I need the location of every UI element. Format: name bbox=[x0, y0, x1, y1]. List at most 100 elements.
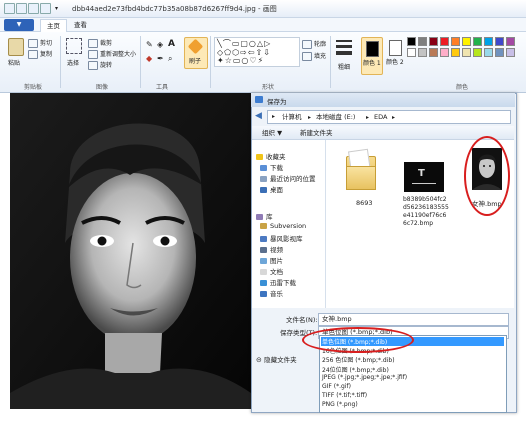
shapes-gallery[interactable]: ╲⌒▭▢○△▷ ◇⬠⬡⇨⇦⇧⇩ ✦☆▭○♡⚡ bbox=[214, 37, 300, 67]
palette-color-swatch[interactable] bbox=[429, 48, 438, 57]
palette-color-swatch[interactable] bbox=[473, 37, 482, 46]
path-disk[interactable]: 本地磁盘 (E:) bbox=[316, 113, 355, 121]
nav-subversion[interactable]: Subversion bbox=[260, 222, 306, 230]
palette-color-swatch[interactable] bbox=[440, 48, 449, 57]
palette-color-swatch[interactable] bbox=[462, 48, 471, 57]
color-picker-icon[interactable]: ✒ bbox=[157, 54, 164, 63]
resize-icon bbox=[88, 50, 98, 59]
nav-baofeng[interactable]: 暴风影视库 bbox=[260, 233, 303, 243]
colors-group-label: 颜色 bbox=[456, 84, 469, 91]
organize-button[interactable]: 组织 ▼ bbox=[262, 129, 282, 137]
color1-button[interactable]: 颜色 1 bbox=[361, 37, 383, 75]
palette-color-swatch[interactable] bbox=[495, 37, 504, 46]
crop-button[interactable]: 裁剪 bbox=[88, 38, 112, 48]
save-icon[interactable] bbox=[16, 3, 27, 14]
size-line-3 bbox=[336, 51, 352, 55]
palette-color-swatch[interactable] bbox=[462, 37, 471, 46]
eraser-icon[interactable]: ◆ bbox=[146, 54, 152, 63]
palette-color-swatch[interactable] bbox=[484, 48, 493, 57]
address-bar[interactable]: ▸ 计算机 ▸ 本地磁盘 (E:) ▸ EDA ▸ bbox=[267, 110, 511, 124]
tab-home[interactable]: 主页 bbox=[40, 19, 67, 32]
cut-button[interactable]: 剪切 bbox=[28, 38, 52, 48]
select-icon[interactable] bbox=[66, 38, 82, 54]
back-icon[interactable]: ◀ bbox=[255, 111, 262, 121]
outline-button[interactable]: 轮廓 bbox=[302, 39, 326, 49]
palette-color-swatch[interactable] bbox=[440, 37, 449, 46]
select-button[interactable]: 选择 bbox=[67, 58, 79, 67]
path-computer[interactable]: 计算机 bbox=[282, 113, 302, 121]
portrait-image bbox=[10, 93, 251, 409]
fill-icon[interactable]: ◈ bbox=[157, 40, 163, 49]
nav-xunlei[interactable]: 迅雷下载 bbox=[260, 277, 296, 287]
color2-label: 颜色 2 bbox=[386, 59, 404, 66]
file-name[interactable]: 8693 bbox=[356, 199, 373, 207]
savetype-option[interactable]: GIF (*.gif) bbox=[322, 383, 351, 390]
document-icon bbox=[260, 269, 267, 275]
color1-swatch bbox=[366, 41, 379, 57]
color-palette[interactable] bbox=[407, 37, 519, 67]
palette-color-swatch[interactable] bbox=[451, 37, 460, 46]
palette-color-swatch[interactable] bbox=[407, 37, 416, 46]
nav-pictures[interactable]: 图片 bbox=[260, 255, 283, 265]
nav-downloads[interactable]: 下载 bbox=[260, 162, 283, 172]
file-thumbnail[interactable]: T bbox=[404, 162, 444, 192]
palette-color-swatch[interactable] bbox=[451, 48, 460, 57]
palette-color-swatch[interactable] bbox=[473, 48, 482, 57]
tools-group-label: 工具 bbox=[156, 84, 169, 91]
file-item[interactable] bbox=[344, 148, 378, 198]
brushes-label: 刷子 bbox=[189, 58, 202, 65]
app-menu-icon[interactable] bbox=[4, 3, 15, 14]
nav-videos[interactable]: 视频 bbox=[260, 244, 283, 254]
palette-color-swatch[interactable] bbox=[495, 48, 504, 57]
color2-button[interactable]: 颜色 2 bbox=[385, 37, 405, 73]
file-menu-button[interactable]: ▼ bbox=[4, 19, 34, 31]
nav-favorites[interactable]: 收藏夹 bbox=[256, 151, 286, 161]
collapse-icon: ⊝ bbox=[256, 356, 265, 364]
path-separator-icon: ▸ bbox=[308, 114, 312, 121]
palette-color-swatch[interactable] bbox=[429, 37, 438, 46]
size-button[interactable]: 粗细 bbox=[338, 62, 350, 71]
star-icon bbox=[256, 154, 263, 160]
palette-color-swatch[interactable] bbox=[418, 37, 427, 46]
palette-color-swatch[interactable] bbox=[506, 48, 515, 57]
nav-documents[interactable]: 文档 bbox=[260, 266, 283, 276]
palette-color-swatch[interactable] bbox=[418, 48, 427, 57]
shapes-group-label: 形状 bbox=[262, 84, 275, 91]
path-eda[interactable]: EDA bbox=[374, 113, 387, 121]
canvas-image[interactable] bbox=[10, 93, 251, 409]
rotate-icon bbox=[88, 61, 98, 70]
filename-input[interactable]: 女神.bmp bbox=[318, 313, 509, 326]
magnifier-icon[interactable]: ⌕ bbox=[168, 54, 172, 64]
savetype-option[interactable]: TIFF (*.tif;*.tiff) bbox=[322, 392, 367, 399]
text-icon[interactable]: A bbox=[168, 39, 175, 49]
pencil-icon[interactable]: ✎ bbox=[146, 40, 153, 49]
copy-button[interactable]: 复制 bbox=[28, 49, 52, 59]
savetype-option[interactable]: PNG (*.png) bbox=[322, 401, 358, 408]
savetype-option[interactable]: 256 色位图 (*.bmp;*.dib) bbox=[322, 355, 395, 364]
paste-button[interactable]: 粘贴 bbox=[8, 58, 20, 67]
fill-button[interactable]: 填充 bbox=[302, 51, 326, 61]
tab-view[interactable]: 查看 bbox=[68, 19, 93, 31]
file-name[interactable]: b8389b504fc2d56236183555e41190ef76c66c72… bbox=[403, 196, 449, 228]
quick-access-dropdown-icon[interactable]: ▾ bbox=[55, 5, 58, 12]
nav-recent[interactable]: 最近访问的位置 bbox=[260, 173, 316, 183]
savetype-option[interactable]: 24位位图 (*.bmp;*.dib) bbox=[322, 365, 389, 374]
new-folder-button[interactable]: 新建文件夹 bbox=[300, 129, 333, 137]
redo-icon[interactable] bbox=[40, 3, 51, 14]
palette-color-swatch[interactable] bbox=[506, 37, 515, 46]
hide-folders-toggle[interactable]: ⊝ 隐藏文件夹 bbox=[256, 356, 297, 364]
download-folder-icon bbox=[260, 280, 267, 286]
rotate-button[interactable]: 旋转 bbox=[88, 60, 112, 70]
brushes-button[interactable]: 刷子 bbox=[184, 37, 208, 69]
resize-button[interactable]: 重新调整大小 bbox=[88, 49, 136, 59]
nav-music[interactable]: 音乐 bbox=[260, 288, 283, 298]
nav-desktop[interactable]: 桌面 bbox=[260, 184, 283, 194]
nav-library[interactable]: 库 bbox=[256, 211, 273, 221]
savetype-option[interactable]: JPEG (*.jpg;*.jpeg;*.jpe;*.jfif) bbox=[322, 374, 407, 381]
undo-icon[interactable] bbox=[28, 3, 39, 14]
title-bar: ▾ dbb44aed2e73fbd4bdc77b35a08b87d6267ff9… bbox=[0, 0, 526, 18]
paste-icon[interactable] bbox=[8, 38, 24, 56]
picture-icon bbox=[260, 258, 267, 264]
palette-color-swatch[interactable] bbox=[407, 48, 416, 57]
palette-color-swatch[interactable] bbox=[484, 37, 493, 46]
